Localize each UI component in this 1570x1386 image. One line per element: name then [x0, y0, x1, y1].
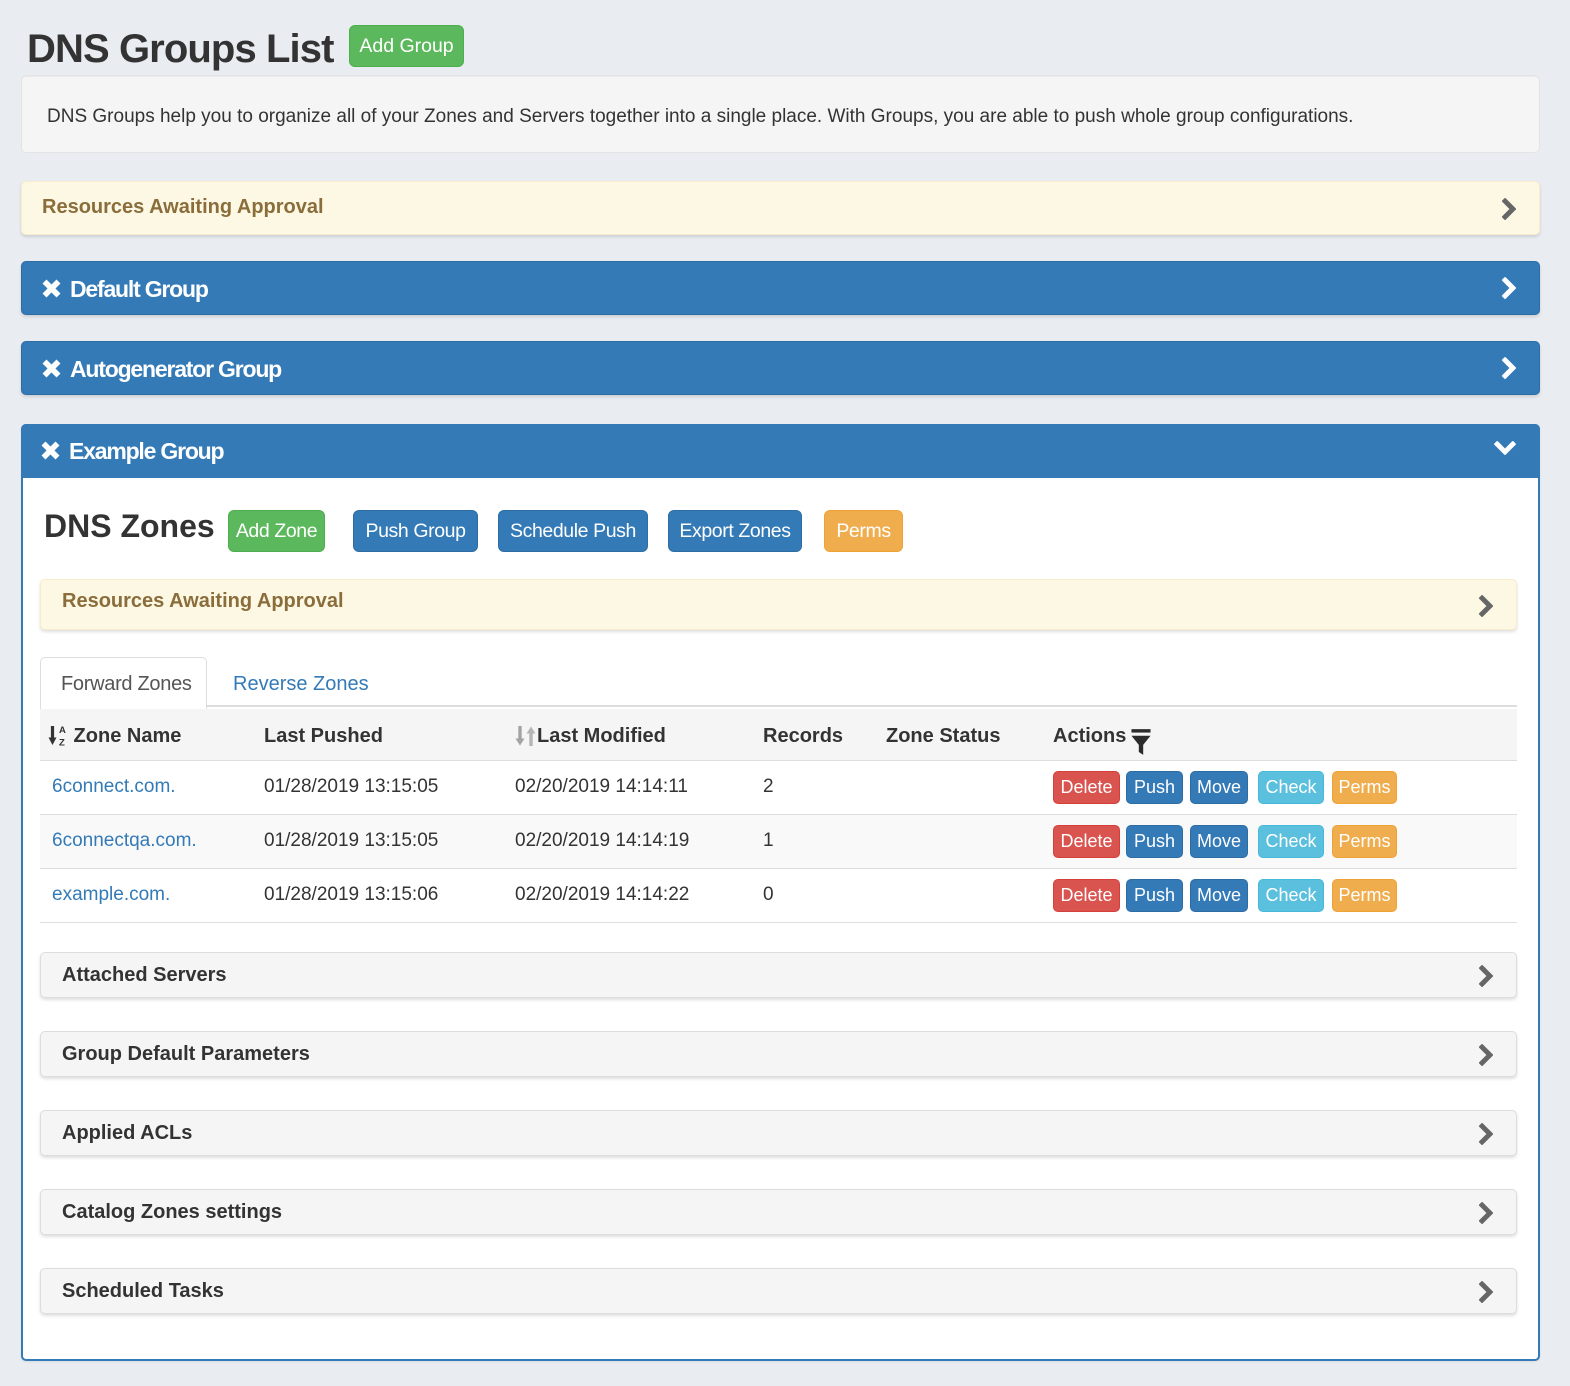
svg-text:Z: Z	[59, 737, 65, 746]
svg-text:A: A	[59, 725, 66, 736]
